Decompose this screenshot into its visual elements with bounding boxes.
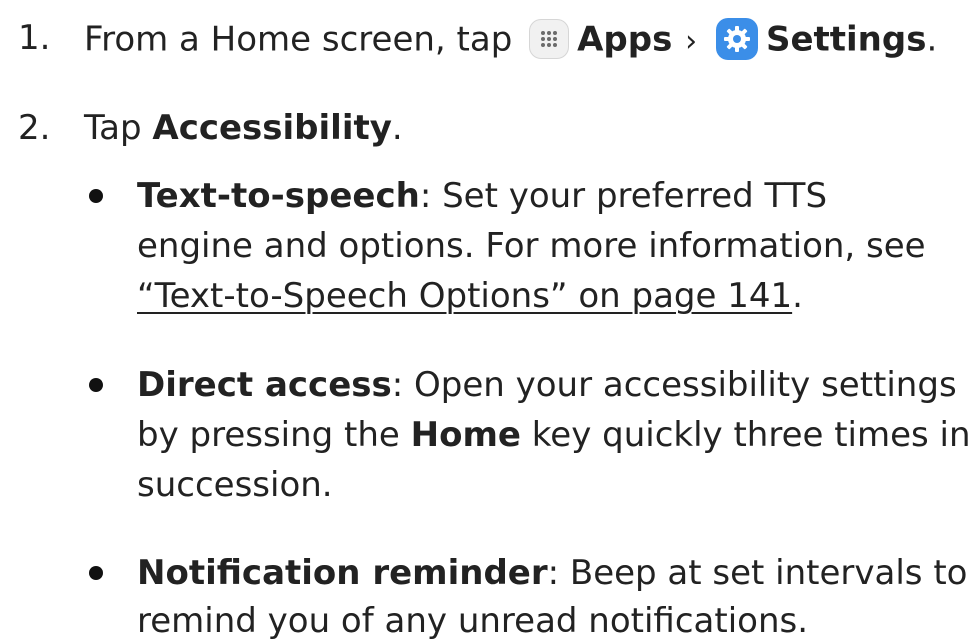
bullet-1-line-1: Text-to-speech: Set your preferred TTS [137,176,827,216]
apps-grid-icon [529,19,570,59]
step-1-end: . [926,19,938,60]
bullet-1-line-2: engine and options. For more information… [137,226,926,266]
step-number: 2. [18,108,51,148]
chevron-right-icon: › [685,23,698,59]
home-key-label: Home [410,415,521,455]
settings-gear-icon [715,18,758,60]
bullet-dot [89,189,103,203]
instructions-page: 1. From a Home screen, tap Apps › Settin… [0,0,977,643]
accessibility-label: Accessibility [152,108,392,148]
settings-label: Settings [765,19,927,60]
step-2-intro: Tap [84,108,142,148]
direct-access-term: Direct access [137,365,392,405]
bullet-3-line-2: remind you of any unread notifications. [137,601,809,641]
text-to-speech-term: Text-to-speech [137,176,420,216]
bullet-3-line-1: Notification reminder: Beep at set inter… [137,553,967,593]
bullet-2-line-3: succession. [137,465,333,505]
bullet-3-text: : Beep at set intervals to [547,553,968,593]
bullet-dot [89,378,103,392]
bullet-2-line-1: Direct access: Open your accessibility s… [137,365,957,405]
bullet-1-end: . [792,276,803,316]
step-number: 1. [18,18,51,58]
bullet-2-post: key quickly three times in [531,415,971,455]
bullet-2-text: : Open your accessibility settings [391,365,957,405]
notification-reminder-term: Notification reminder [137,553,548,593]
tts-options-link[interactable]: “Text-to-Speech Options” on page 141 [137,276,792,316]
step-1-intro: From a Home screen, tap [84,19,513,60]
bullet-dot [89,566,103,580]
step-2-text: Tap Accessibility. [84,108,403,148]
bullet-1-line-3: “Text-to-Speech Options” on page 141. [137,276,803,316]
step-1-text: From a Home screen, tap Apps › Settings. [84,18,937,64]
bullet-2-line-2: by pressing the Home key quickly three t… [137,415,971,455]
apps-label: Apps [577,19,673,60]
step-2-end: . [391,108,403,148]
bullet-1-text: : Set your preferred TTS [419,176,828,216]
bullet-2-pre: by pressing the [137,415,400,455]
